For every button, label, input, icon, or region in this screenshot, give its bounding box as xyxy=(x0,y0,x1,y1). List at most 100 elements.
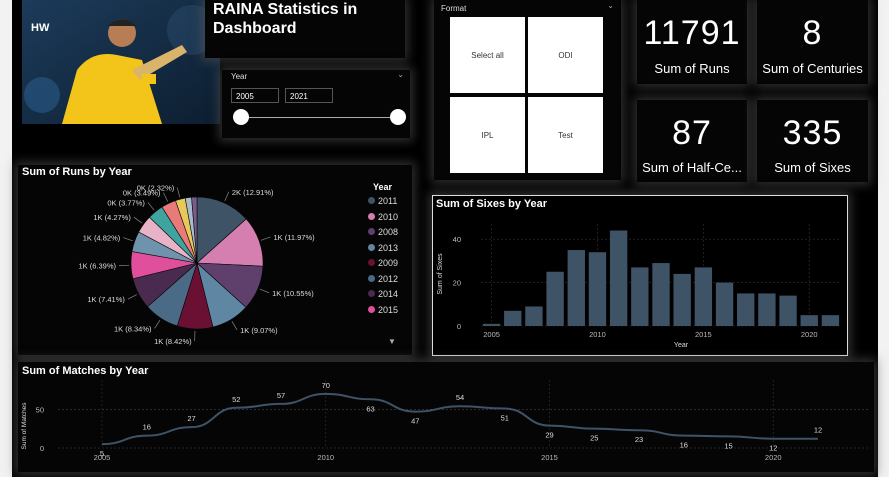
page-title: RAINA Statistics in Dashboard xyxy=(213,1,358,37)
kpi-half-centuries-value: 87 xyxy=(672,114,712,152)
line-data-label: 12 xyxy=(814,426,822,435)
pie-leader-line xyxy=(123,237,133,242)
legend-item-2011[interactable]: 2011 xyxy=(368,196,397,206)
legend-dot xyxy=(368,243,375,251)
kpi-runs-label: Sum of Runs xyxy=(654,61,730,76)
bar-2005[interactable] xyxy=(482,323,501,326)
legend-item-2013[interactable]: 2013 xyxy=(368,243,398,253)
kpi-sixes-value: 335 xyxy=(782,114,843,152)
line-data-label: 57 xyxy=(277,391,285,400)
bar-2008[interactable] xyxy=(546,271,564,326)
format-option-odi[interactable]: ODI xyxy=(528,17,603,93)
legend-dot xyxy=(368,305,375,313)
bar-2018[interactable] xyxy=(758,293,776,326)
pie-data-label: 1K (8.34%) xyxy=(114,324,152,333)
pie-data-label: 1K (6.39%) xyxy=(79,262,117,271)
chevron-down-icon[interactable]: ⌄ xyxy=(607,1,614,10)
legend-label: 2013 xyxy=(378,242,399,253)
year-slider-start-handle[interactable] xyxy=(233,109,249,125)
pie-leader-line xyxy=(224,191,230,202)
bar-x-tick-label: 2015 xyxy=(695,330,712,339)
pie-leader-line xyxy=(127,294,137,300)
format-slicer: Format ⌄ Select all ODI IPL Test xyxy=(434,0,621,180)
pie-leader-line xyxy=(231,321,238,331)
bar-x-axis-label: Year xyxy=(674,342,689,349)
legend-item-2009[interactable]: 2009 xyxy=(368,258,398,268)
bar-2015[interactable] xyxy=(694,267,713,326)
pie-leader-line xyxy=(147,202,155,211)
line-data-label: 54 xyxy=(456,393,464,402)
line-y-axis-label: Sum of Matches xyxy=(21,402,28,450)
line-data-label: 70 xyxy=(322,381,330,390)
kpi-centuries-label: Sum of Centuries xyxy=(762,61,863,76)
pie-leader-line xyxy=(154,319,161,329)
pie-data-label: 1K (11.97%) xyxy=(274,233,316,242)
legend-item-2010[interactable]: 2010 xyxy=(368,212,398,222)
line-data-label: 47 xyxy=(411,417,419,426)
line-y-tick-label: 50 xyxy=(36,405,44,414)
line-data-label: 52 xyxy=(232,395,240,404)
kpi-card-sixes: 335 Sum of Sixes xyxy=(757,100,868,182)
format-slicer-label: Format xyxy=(441,4,467,13)
title-card: RAINA Statistics in Dashboard xyxy=(205,0,405,58)
kpi-card-half-centuries: 87 Sum of Half-Ce... xyxy=(637,100,747,182)
matches-by-year-card: Sum of Matches by Year 0 50 2005 2010 2015 20… xyxy=(18,362,874,472)
legend-label: 2012 xyxy=(378,273,399,284)
legend-label: 2011 xyxy=(378,196,398,206)
pie-leader-line xyxy=(163,192,169,202)
bar-2014[interactable] xyxy=(673,273,691,326)
bar-2013[interactable] xyxy=(652,263,670,326)
chevron-down-icon[interactable]: ⌄ xyxy=(397,70,404,79)
bar-x-tick-label: 2010 xyxy=(589,330,606,339)
format-option-ipl[interactable]: IPL xyxy=(450,97,525,173)
bar-2010[interactable] xyxy=(588,252,607,326)
bar-2007[interactable] xyxy=(525,306,543,326)
pie-data-label: 2K (12.91%) xyxy=(232,188,274,197)
legend-dot xyxy=(368,228,375,235)
bar-2021[interactable] xyxy=(821,315,840,326)
bar-2006[interactable] xyxy=(504,310,522,326)
bar-2011[interactable] xyxy=(609,230,628,326)
legend-label: 2015 xyxy=(378,304,399,315)
legend-label: 2014 xyxy=(378,289,399,299)
pie-leader-line xyxy=(260,236,271,241)
line-data-label: 27 xyxy=(187,414,195,423)
pie-data-label: 1K (4.27%) xyxy=(93,213,131,222)
legend-dot xyxy=(368,274,375,282)
line-data-label: 63 xyxy=(366,404,374,413)
year-slicer: Year ⌄ 2005 2021 xyxy=(222,70,410,138)
player-photo: HW xyxy=(22,0,220,124)
year-start-input[interactable]: 2005 xyxy=(231,88,279,103)
sixes-by-year-chart: 0 20 40 2005 2010 2015 2020 Year Sum of Sixes xyxy=(437,224,841,349)
legend-item-2012[interactable]: 2012 xyxy=(368,274,398,284)
bar-2016[interactable] xyxy=(715,282,734,326)
legend-dot xyxy=(368,259,375,266)
bar-2012[interactable] xyxy=(631,267,649,326)
pie-data-label: 0K (2.32%) xyxy=(137,184,175,193)
legend-scroll-down-icon[interactable]: ▼ xyxy=(388,337,396,346)
bar-2017[interactable] xyxy=(737,293,755,326)
bar-2020[interactable] xyxy=(800,315,818,326)
legend-item-2014[interactable]: 2014 xyxy=(368,289,398,299)
legend-label: 2008 xyxy=(378,227,399,237)
line-data-label: 25 xyxy=(590,434,598,443)
legend-item-2015[interactable]: 2015 xyxy=(368,305,398,315)
kpi-centuries-value: 8 xyxy=(802,14,823,52)
kpi-half-centuries-label: Sum of Half-Ce... xyxy=(642,160,742,175)
year-end-input[interactable]: 2021 xyxy=(285,88,333,103)
line-data-label: 29 xyxy=(545,431,553,440)
bar-2009[interactable] xyxy=(567,250,585,326)
year-slider-end-handle[interactable] xyxy=(390,109,406,125)
bar-2019[interactable] xyxy=(779,295,797,326)
year-slider-track[interactable] xyxy=(240,117,398,118)
bar-y-axis-label: Sum of Sixes xyxy=(437,253,444,295)
format-option-select-all[interactable]: Select all xyxy=(450,17,525,93)
line-x-tick-label: 2010 xyxy=(317,453,334,462)
line-data-label: 16 xyxy=(680,441,688,450)
legend-label: 2009 xyxy=(378,258,399,268)
hw-logo: HW xyxy=(31,22,50,34)
legend-item-2008[interactable]: 2008 xyxy=(368,227,398,237)
format-option-test[interactable]: Test xyxy=(528,97,603,173)
pie-leader-line xyxy=(259,288,270,294)
line-data-label: 12 xyxy=(769,444,777,453)
